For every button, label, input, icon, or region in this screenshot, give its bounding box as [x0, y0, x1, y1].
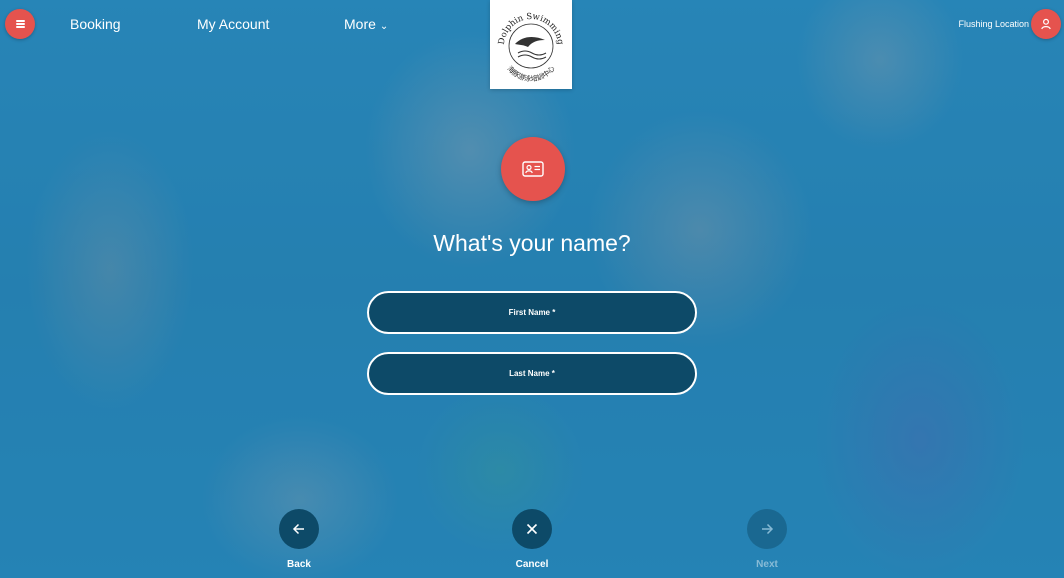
back-label[interactable]: Back: [269, 559, 329, 570]
menu-button[interactable]: [5, 9, 35, 39]
nav-my-account-link[interactable]: My Account: [197, 16, 269, 32]
back-button[interactable]: [279, 509, 319, 549]
arrow-right-icon: [762, 523, 774, 535]
cancel-button[interactable]: [512, 509, 552, 549]
first-name-field[interactable]: First Name *: [367, 291, 697, 334]
location-label[interactable]: Flushing Location: [958, 19, 1029, 29]
next-button[interactable]: [747, 509, 787, 549]
nav-booking-link[interactable]: Booking: [70, 16, 121, 32]
cancel-label[interactable]: Cancel: [502, 559, 562, 570]
arrow-left-icon: [292, 523, 304, 535]
dolphin-swimming-logo[interactable]: Dolphin Swimming 海豚游泳培訓中心: [490, 0, 572, 89]
hamburger-menu-icon: [15, 20, 25, 28]
id-card-icon: [522, 161, 544, 177]
page-title: What's your name?: [433, 230, 631, 256]
last-name-field[interactable]: Last Name *: [367, 352, 697, 395]
id-card-badge: [501, 137, 565, 201]
first-name-placeholder: First Name *: [508, 308, 556, 317]
logo-text-zh: 海豚游泳培訓中心: [505, 64, 556, 83]
user-icon: [1041, 18, 1051, 30]
nav-more-label: More: [344, 16, 376, 32]
user-account-button[interactable]: [1031, 9, 1061, 39]
close-icon: [526, 523, 538, 535]
next-label[interactable]: Next: [737, 559, 797, 570]
last-name-placeholder: Last Name *: [509, 369, 555, 378]
chevron-down-icon: ⌄: [379, 21, 389, 32]
nav-more-dropdown[interactable]: More ⌄: [344, 16, 388, 35]
